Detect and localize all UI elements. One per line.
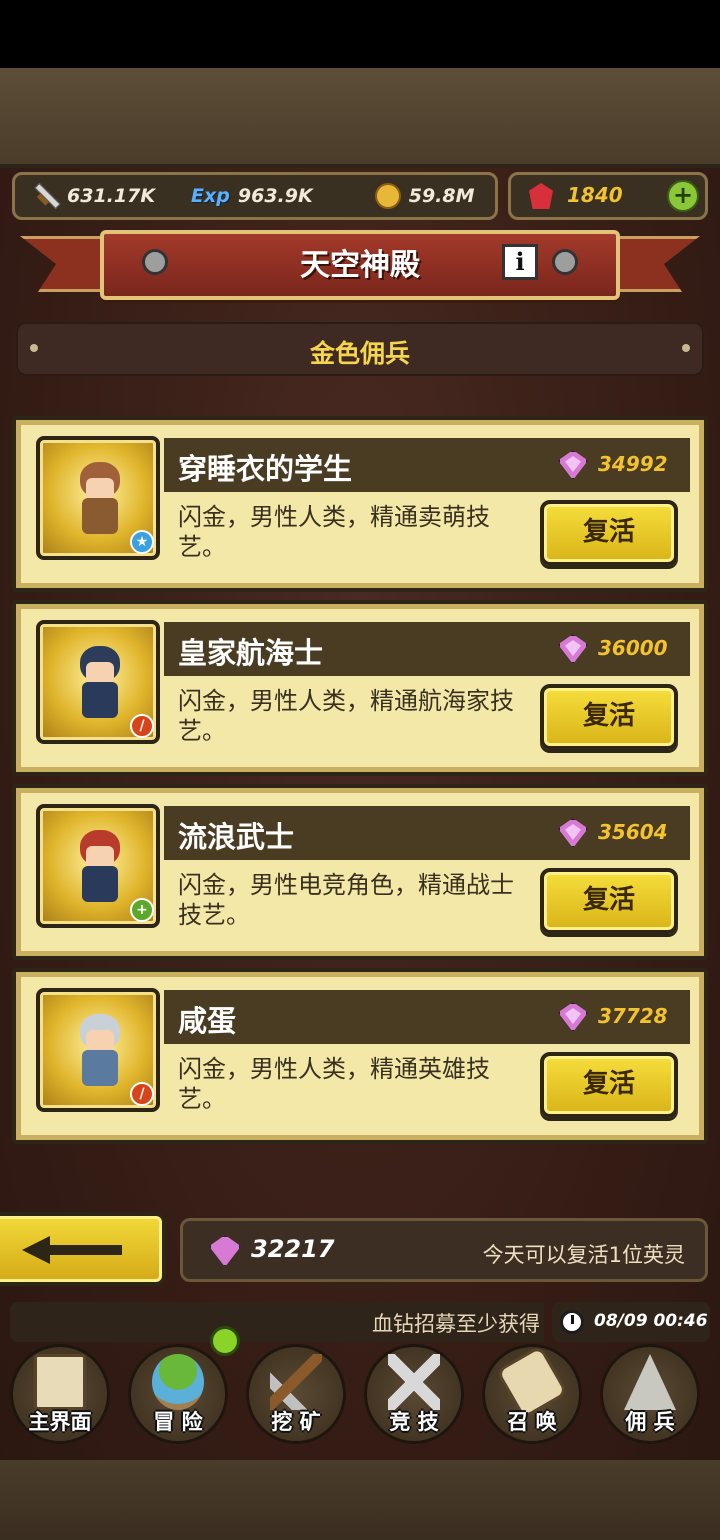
hero-sprite-icon bbox=[72, 646, 128, 726]
nav-item-tent[interactable]: 佣 兵 bbox=[594, 1340, 706, 1448]
island-icon bbox=[152, 1354, 204, 1410]
hero-name-bar: 咸蛋 37728 bbox=[164, 990, 690, 1044]
clock: 08/09 00:46 bbox=[552, 1302, 710, 1342]
nav-label: 冒 险 bbox=[153, 1410, 203, 1434]
hero-card: + 流浪武士 35604 闪金，男性电竞角色，精通战士技艺。 复活 bbox=[12, 784, 708, 960]
diamond-icon bbox=[209, 1235, 241, 1267]
hero-name: 流浪武士 bbox=[178, 820, 295, 854]
hero-price: 34992 bbox=[598, 452, 668, 476]
crossed-swords-icon bbox=[388, 1354, 440, 1410]
class-badge-icon: ★ bbox=[130, 530, 154, 554]
class-badge-icon: / bbox=[130, 1082, 154, 1106]
ruby-bar: 1840 + bbox=[508, 172, 708, 220]
hero-name-bar: 皇家航海士 36000 bbox=[164, 622, 690, 676]
hero-name: 皇家航海士 bbox=[178, 636, 324, 670]
nav-item-crossed-swords[interactable]: 竞 技 bbox=[358, 1340, 470, 1448]
top-frame bbox=[0, 68, 720, 168]
class-badge-icon: / bbox=[130, 714, 154, 738]
nav-item-pickaxe[interactable]: 挖 矿 bbox=[240, 1340, 352, 1448]
hero-sprite-icon bbox=[72, 1014, 128, 1094]
nav-item-island[interactable]: 冒 险 bbox=[122, 1340, 234, 1448]
ruby-value: 1840 bbox=[567, 183, 623, 207]
nav-item-summon-scroll[interactable]: 召 唤 bbox=[476, 1340, 588, 1448]
hero-name: 穿睡衣的学生 bbox=[178, 452, 353, 486]
exp-value: 963.9K bbox=[237, 185, 313, 207]
nav-item-map-scroll[interactable]: 主界面 bbox=[4, 1340, 116, 1448]
hero-portrait[interactable]: + bbox=[36, 804, 160, 928]
hero-description: 闪金，男性人类，精通航海家技艺。 bbox=[178, 687, 514, 745]
hero-name-bar: 穿睡衣的学生 34992 bbox=[164, 438, 690, 492]
bottom-nav: 主界面 冒 险 挖 矿 竞 技 召 唤 佣 兵 bbox=[0, 1340, 720, 1450]
clock-icon bbox=[560, 1310, 584, 1334]
nav-label: 竞 技 bbox=[389, 1410, 439, 1434]
nav-label: 挖 矿 bbox=[271, 1410, 321, 1434]
status-bar bbox=[0, 0, 720, 68]
revive-button[interactable]: 复活 bbox=[540, 1052, 678, 1118]
ruby-icon bbox=[529, 183, 553, 209]
hero-description: 闪金，男性人类，精通卖萌技艺。 bbox=[178, 503, 490, 561]
nav-label: 召 唤 bbox=[507, 1410, 557, 1434]
hero-price: 35604 bbox=[598, 820, 668, 844]
back-button[interactable] bbox=[0, 1212, 166, 1286]
revive-limit-note: 今天可以复活1位英灵 bbox=[482, 1243, 685, 1267]
nav-label: 主界面 bbox=[28, 1410, 92, 1434]
attack-value: 631.17K bbox=[67, 185, 156, 207]
add-ruby-button[interactable]: + bbox=[667, 180, 699, 212]
hero-card: / 皇家航海士 36000 闪金，男性人类，精通航海家技艺。 复活 bbox=[12, 600, 708, 776]
hero-name-bar: 流浪武士 35604 bbox=[164, 806, 690, 860]
notification-dot-icon bbox=[210, 1326, 240, 1356]
pickaxe-icon bbox=[270, 1354, 322, 1410]
ticker-text: 血钻招募至少获得 bbox=[372, 1312, 540, 1336]
map-scroll-icon bbox=[34, 1354, 86, 1410]
hero-sprite-icon bbox=[72, 830, 128, 910]
hero-description: 闪金，男性人类，精通英雄技艺。 bbox=[178, 1055, 490, 1113]
hero-price: 36000 bbox=[598, 636, 668, 660]
diamond-balance: 32217 bbox=[251, 1235, 335, 1263]
back-arrow-icon bbox=[22, 1236, 122, 1264]
revive-button[interactable]: 复活 bbox=[540, 684, 678, 750]
sword-icon bbox=[33, 183, 59, 209]
hero-price: 37728 bbox=[598, 1004, 668, 1028]
revive-button[interactable]: 复活 bbox=[540, 868, 678, 934]
nav-label: 佣 兵 bbox=[625, 1410, 675, 1434]
dot-icon bbox=[682, 344, 690, 352]
gold-value: 59.8M bbox=[408, 185, 475, 207]
balance-bar: 32217 今天可以复活1位英灵 bbox=[180, 1218, 708, 1282]
page-title: 天空神殿 bbox=[300, 248, 420, 283]
hero-card: ★ 穿睡衣的学生 34992 闪金，男性人类，精通卖萌技艺。 复活 bbox=[12, 416, 708, 592]
info-button[interactable]: i bbox=[502, 244, 538, 280]
clock-time: 08/09 00:46 bbox=[594, 1311, 708, 1331]
hero-portrait[interactable]: / bbox=[36, 988, 160, 1112]
exp-icon: Exp bbox=[191, 185, 230, 207]
hero-sprite-icon bbox=[72, 462, 128, 542]
subtab-golden-mercenary: 金色佣兵 bbox=[16, 322, 704, 376]
hero-portrait[interactable]: / bbox=[36, 620, 160, 744]
announcement-ticker: 血钻招募至少获得 bbox=[10, 1302, 544, 1342]
hero-portrait[interactable]: ★ bbox=[36, 436, 160, 560]
hero-description: 闪金，男性电竞角色，精通战士技艺。 bbox=[178, 871, 514, 929]
resource-bar: 631.17K Exp 963.9K 59.8M bbox=[12, 172, 498, 220]
revive-button[interactable]: 复活 bbox=[540, 500, 678, 566]
subtab-label: 金色佣兵 bbox=[309, 339, 410, 368]
bottom-frame bbox=[0, 1460, 720, 1540]
hero-name: 咸蛋 bbox=[178, 1004, 237, 1038]
gold-coin-icon bbox=[374, 183, 401, 209]
class-badge-icon: + bbox=[130, 898, 154, 922]
hero-card: / 咸蛋 37728 闪金，男性人类，精通英雄技艺。 复活 bbox=[12, 968, 708, 1144]
